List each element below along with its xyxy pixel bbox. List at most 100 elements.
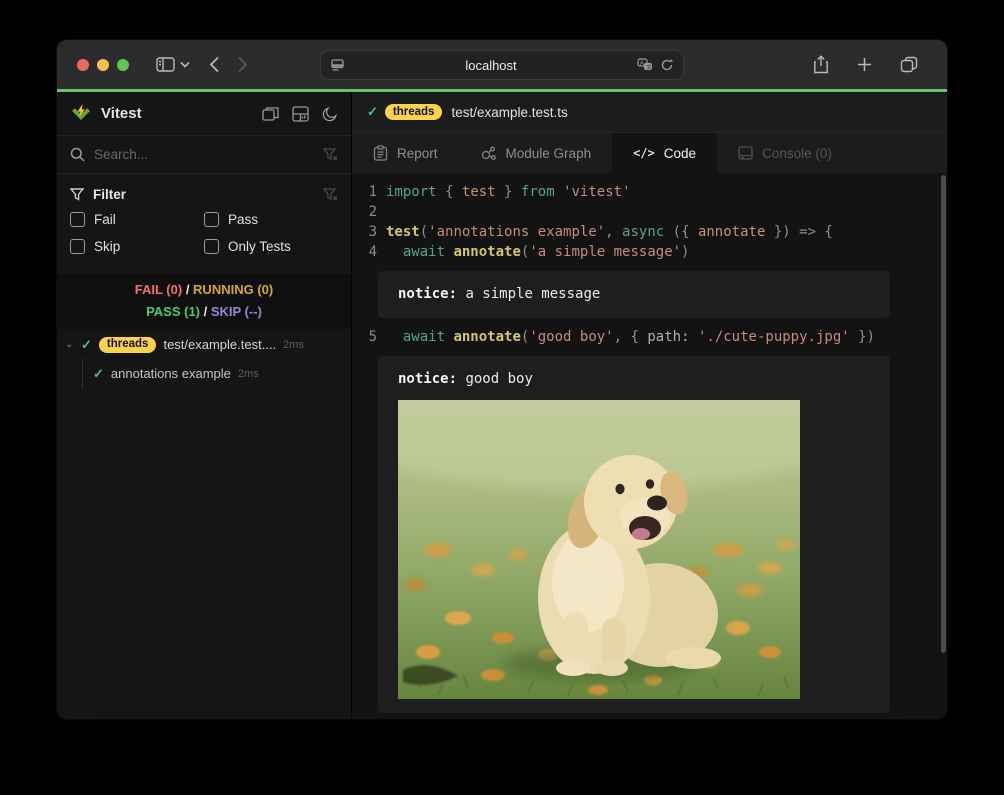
app-title: Vitest	[101, 105, 142, 122]
pool-badge: threads	[99, 337, 157, 353]
search-input[interactable]	[94, 147, 314, 162]
code-text	[377, 202, 386, 222]
tab-label: Code	[664, 146, 696, 161]
vitest-logo-icon	[70, 103, 92, 124]
tab-overview-icon[interactable]	[900, 56, 918, 73]
search-row	[57, 136, 351, 174]
collapse-panels-icon[interactable]	[262, 106, 279, 121]
test-stats: FAIL (0) / RUNNING (0) PASS (1) / SKIP (…	[57, 274, 351, 329]
zoom-window-button[interactable]	[117, 59, 129, 71]
code-text: await annotate('good boy', { path: './cu…	[377, 327, 875, 347]
module-graph-icon	[480, 146, 497, 161]
address-bar[interactable]: localhost A 文	[320, 50, 684, 80]
scrollbar-thumb[interactable]	[941, 175, 946, 653]
stats-line-pass-skip: PASS (1) / SKIP (--)	[57, 301, 351, 323]
svg-text:文: 文	[646, 63, 652, 71]
collapse-caret-icon[interactable]: ⌄	[65, 339, 81, 350]
filter-checkbox-fail[interactable]: Fail	[70, 212, 204, 227]
close-window-button[interactable]	[77, 59, 89, 71]
code-line-4: 4 await annotate('a simple message')	[352, 242, 947, 262]
tab-code[interactable]: </>Code	[612, 133, 717, 173]
tab-label: Report	[397, 146, 438, 161]
report-icon	[373, 145, 388, 161]
tab-report[interactable]: Report	[352, 133, 459, 173]
code-line-3: 3test('annotations example', async ({ an…	[352, 222, 947, 242]
tree-item-label: annotations example	[111, 366, 231, 381]
line-number: 3	[361, 222, 377, 242]
pass-check-icon: ✓	[81, 337, 92, 353]
tree-row-test[interactable]: ✓ annotations example 2ms	[57, 358, 351, 389]
stats-line-fail-running: FAIL (0) / RUNNING (0)	[57, 279, 351, 301]
dark-mode-toggle-icon[interactable]	[322, 106, 338, 122]
stat-running: RUNNING (0)	[193, 282, 273, 297]
checkbox-box[interactable]	[70, 239, 85, 254]
line-number: 5	[361, 327, 377, 347]
code-text: await annotate('a simple message')	[377, 242, 689, 262]
pool-badge: threads	[385, 104, 443, 120]
stat-pass: PASS (1)	[146, 304, 200, 319]
sidebar-header: Vitest	[57, 92, 351, 136]
filter-checkbox-only-tests[interactable]: Only Tests	[204, 239, 338, 254]
console-icon	[738, 146, 753, 160]
line-number: 4	[361, 242, 377, 262]
notice-label: notice:	[398, 286, 465, 302]
pass-check-icon: ✓	[367, 104, 378, 120]
url-text: localhost	[345, 58, 637, 73]
share-icon[interactable]	[813, 55, 829, 74]
clear-filter-icon[interactable]	[323, 188, 338, 201]
checkbox-label: Skip	[94, 239, 120, 254]
stat-skip: SKIP (--)	[211, 304, 262, 319]
pass-check-icon: ✓	[93, 366, 104, 382]
dashboard-icon[interactable]	[292, 106, 309, 122]
sidebar: Vitest	[57, 92, 352, 719]
stat-fail: FAIL (0)	[135, 282, 182, 297]
notice-message: a simple message	[465, 286, 600, 302]
filter-icon	[70, 188, 84, 201]
sidebar-toggle-icon[interactable]	[156, 57, 175, 72]
code-line-2: 2	[352, 202, 947, 222]
back-button[interactable]	[209, 56, 220, 73]
new-tab-icon[interactable]	[857, 57, 872, 72]
filter-options: Fail Pass Skip Only Tests	[70, 212, 338, 254]
notice-label: notice:	[398, 371, 465, 387]
duration-label: 2ms	[238, 368, 259, 380]
filter-checkbox-skip[interactable]: Skip	[70, 239, 204, 254]
tree-row-file[interactable]: ⌄✓threadstest/example.test....2ms	[57, 331, 351, 358]
filter-checkbox-pass[interactable]: Pass	[204, 212, 338, 227]
line-number: 1	[361, 182, 377, 202]
checkbox-box[interactable]	[204, 239, 219, 254]
forward-button[interactable]	[237, 56, 248, 73]
checkbox-label: Fail	[94, 212, 116, 227]
code-line-5: 5 await annotate('good boy', { path: './…	[352, 327, 947, 347]
code-text: import { test } from 'vitest'	[377, 182, 631, 202]
test-tree: ⌄✓threadstest/example.test....2ms✓annota…	[57, 331, 351, 389]
sidebar-chevron-icon[interactable]	[180, 61, 190, 68]
tab-label: Console (0)	[762, 146, 832, 161]
filter-section: Filter Fail Pass Skip Only Tests	[57, 174, 351, 260]
checkbox-box[interactable]	[204, 212, 219, 227]
page-format-icon[interactable]	[330, 58, 345, 73]
stat-plain: /	[200, 304, 211, 319]
tree-item-label: test/example.test....	[163, 337, 276, 352]
file-header: ✓ threads test/example.test.ts	[352, 92, 947, 133]
checkbox-label: Pass	[228, 212, 258, 227]
clear-filter-icon[interactable]	[323, 148, 338, 161]
reload-icon[interactable]	[660, 58, 674, 72]
browser-toolbar: localhost A 文	[57, 40, 947, 89]
annotation-attachment[interactable]	[398, 400, 800, 699]
tab-module-graph[interactable]: Module Graph	[459, 133, 613, 173]
checkbox-label: Only Tests	[228, 239, 291, 254]
notice-message: good boy	[465, 371, 532, 387]
translate-icon[interactable]: A 文	[637, 58, 653, 72]
indent-guide	[82, 358, 83, 389]
file-path: test/example.test.ts	[451, 105, 567, 120]
annotation-notice: notice: good boy	[378, 356, 890, 713]
traffic-lights	[77, 59, 129, 71]
annotation-notice: notice: a simple message	[378, 271, 890, 318]
code-panel[interactable]: 1import { test } from 'vitest'23test('an…	[352, 173, 947, 719]
svg-text:A: A	[640, 61, 644, 67]
filter-title: Filter	[93, 187, 126, 202]
minimize-window-button[interactable]	[97, 59, 109, 71]
checkbox-box[interactable]	[70, 212, 85, 227]
line-number: 2	[361, 202, 377, 222]
